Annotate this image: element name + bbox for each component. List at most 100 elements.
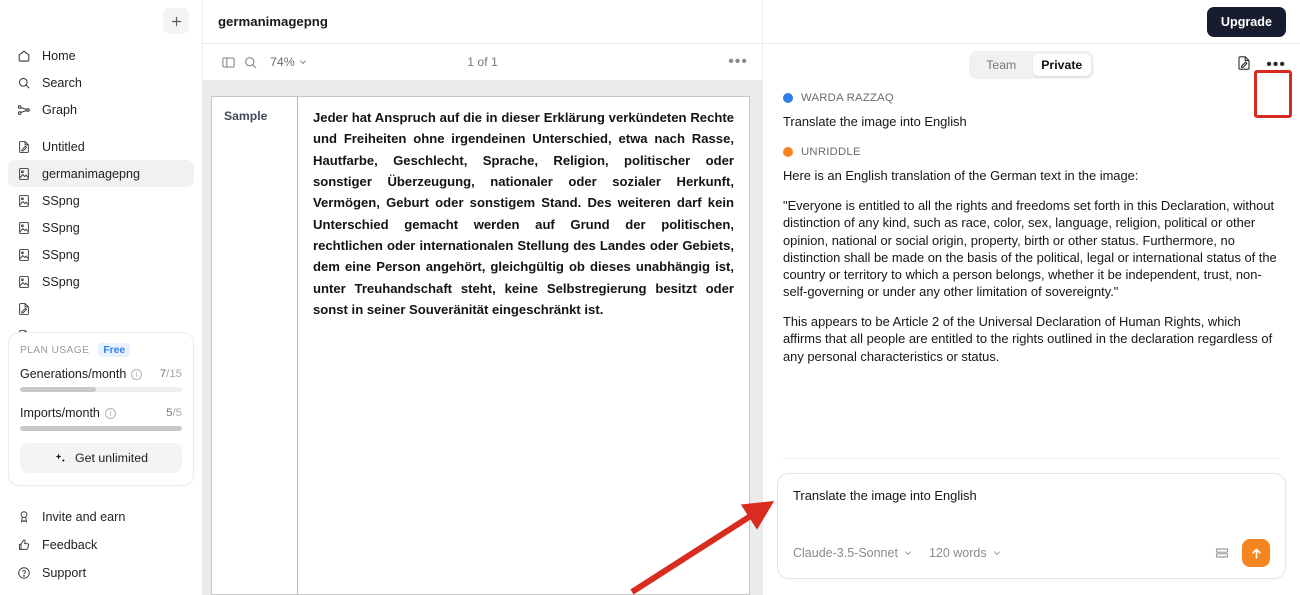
meter-label-generations: Generations/month i xyxy=(20,367,143,381)
document-page-right-column: Jeder hat Anspruch auf die in dieser Erk… xyxy=(298,97,749,594)
model-selector-label: Claude-3.5-Sonnet xyxy=(793,546,898,560)
plan-usage-header: PLAN USAGE Free xyxy=(20,343,182,357)
composer-input[interactable]: Translate the image into English xyxy=(793,488,1270,539)
sidebar: Home Search Graph Untitled germanimagepn… xyxy=(0,0,203,595)
doc-image-icon xyxy=(16,166,31,181)
graph-icon xyxy=(16,102,31,117)
zoom-level-label: 74% xyxy=(270,55,295,69)
composer-actions xyxy=(1214,539,1270,567)
meter-count-den: /15 xyxy=(166,368,182,380)
document-stage: Sample Jeder hat Anspruch auf die in die… xyxy=(203,81,762,595)
document-sample-label: Sample xyxy=(224,109,268,123)
chat-message-user: WARDA RAZZAQ Translate the image into En… xyxy=(783,92,1280,130)
sidebar-divider-gap xyxy=(0,123,202,133)
sidebar-doc-sspng-3[interactable]: SSpng xyxy=(8,241,194,268)
chat-message-header: UNRIDDLE xyxy=(783,146,1280,158)
sidebar-top-bar xyxy=(0,0,202,42)
sidebar-item-label: Untitled xyxy=(42,139,85,154)
sidebar-doc-partial-1[interactable] xyxy=(8,295,194,322)
gift-icon xyxy=(16,509,31,524)
chat-message-body: Translate the image into English xyxy=(783,113,1280,130)
new-document-button[interactable] xyxy=(163,8,189,34)
sidebar-item-home[interactable]: Home xyxy=(8,42,194,69)
sidebar-nav-top: Home Search Graph xyxy=(0,42,202,123)
plan-badge: Free xyxy=(98,343,131,357)
question-circle-icon xyxy=(16,565,31,580)
get-unlimited-label: Get unlimited xyxy=(74,451,148,465)
sidebar-doc-sspng-2[interactable]: SSpng xyxy=(8,214,194,241)
card-stack-icon[interactable] xyxy=(1214,545,1230,561)
meter-label-text: Imports/month xyxy=(20,406,100,420)
chat-message-author: WARDA RAZZAQ xyxy=(801,92,894,104)
meter-count-den: /5 xyxy=(172,407,183,419)
document-search-icon[interactable] xyxy=(239,51,261,73)
document-body-text: Jeder hat Anspruch auf die in dieser Erk… xyxy=(313,110,734,317)
info-icon[interactable]: i xyxy=(104,407,116,419)
avatar-dot xyxy=(783,147,793,158)
sidebar-item-support[interactable]: Support xyxy=(8,559,194,586)
sidebar-item-invite-and-earn[interactable]: Invite and earn xyxy=(8,503,194,530)
sidebar-footer: Invite and earn Feedback Support xyxy=(8,503,194,587)
chat-panel: Upgrade Team Private ••• WARDA RAZZAQ Tr… xyxy=(763,0,1300,595)
zoom-control[interactable]: 74% xyxy=(270,55,308,69)
sidebar-doc-germanimagepng[interactable]: germanimagepng xyxy=(8,160,194,187)
doc-image-icon xyxy=(16,247,31,262)
composer-footer: Claude-3.5-Sonnet 120 words xyxy=(793,539,1270,567)
send-button[interactable] xyxy=(1242,539,1270,567)
sidebar-item-label: SSpng xyxy=(42,247,80,262)
sidebar-item-search[interactable]: Search xyxy=(8,69,194,96)
chat-sub-bar: Team Private ••• xyxy=(763,44,1300,86)
meter-count-imports: 5/5 xyxy=(166,407,182,419)
sidebar-item-label: Home xyxy=(42,48,76,63)
tab-team[interactable]: Team xyxy=(972,54,1031,76)
chat-message-assistant: UNRIDDLE Here is an English translation … xyxy=(783,146,1280,365)
composer[interactable]: Translate the image into English Claude-… xyxy=(777,473,1286,579)
sparkle-icon xyxy=(55,453,65,462)
length-selector[interactable]: 120 words xyxy=(929,546,1002,560)
sidebar-doc-sspng-4[interactable]: SSpng xyxy=(8,268,194,295)
doc-edit-icon[interactable] xyxy=(1236,55,1252,76)
document-more-icon[interactable]: ••• xyxy=(728,54,748,70)
thumbs-up-icon xyxy=(16,537,31,552)
sidebar-item-label: SSpng xyxy=(42,193,80,208)
model-selector[interactable]: Claude-3.5-Sonnet xyxy=(793,546,913,560)
chat-paragraph: Translate the image into English xyxy=(783,114,967,129)
sidebar-item-label: SSpng xyxy=(42,220,80,235)
sidebar-item-label: Search xyxy=(42,75,82,90)
search-icon xyxy=(16,75,31,90)
doc-image-icon xyxy=(16,220,31,235)
meter-label-text: Generations/month xyxy=(20,367,127,381)
meter-row-imports: Imports/month i 5/5 xyxy=(20,406,182,420)
chevron-down-icon xyxy=(993,551,1000,555)
doc-image-icon xyxy=(16,274,31,289)
composer-wrapper: Translate the image into English Claude-… xyxy=(763,459,1300,595)
sidebar-toggle-icon[interactable] xyxy=(217,51,239,73)
sidebar-item-graph[interactable]: Graph xyxy=(8,96,194,123)
document-panel: germanimagepng 74% 1 of 1 ••• Sample Jed… xyxy=(203,0,763,595)
sidebar-item-label: Feedback xyxy=(42,537,98,552)
app-root: Home Search Graph Untitled germanimagepn… xyxy=(0,0,1300,595)
chat-paragraph: "Everyone is entitled to all the rights … xyxy=(783,198,1277,300)
sidebar-doc-untitled[interactable]: Untitled xyxy=(8,133,194,160)
upgrade-button[interactable]: Upgrade xyxy=(1206,6,1286,37)
chat-paragraph: Here is an English translation of the Ge… xyxy=(783,168,1139,184)
sidebar-item-feedback[interactable]: Feedback xyxy=(8,531,194,558)
tab-private[interactable]: Private xyxy=(1032,54,1091,76)
plan-usage-title: PLAN USAGE xyxy=(20,344,90,356)
plan-usage-card: PLAN USAGE Free Generations/month i 7/15… xyxy=(8,332,194,486)
length-selector-label: 120 words xyxy=(928,546,987,560)
info-icon[interactable]: i xyxy=(131,368,143,380)
sidebar-item-label: SSpng xyxy=(42,274,80,289)
doc-image-icon xyxy=(16,193,31,208)
more-horizontal-icon[interactable]: ••• xyxy=(1266,57,1286,73)
sidebar-item-label: Graph xyxy=(42,102,78,117)
home-icon xyxy=(16,48,31,63)
chat-message-author: UNRIDDLE xyxy=(801,146,861,159)
sidebar-item-label: Support xyxy=(42,565,87,580)
meter-label-imports: Imports/month i xyxy=(20,406,116,420)
avatar-dot xyxy=(783,93,793,103)
sidebar-doc-sspng-1[interactable]: SSpng xyxy=(8,187,194,214)
doc-edit-icon xyxy=(16,301,31,316)
get-unlimited-button[interactable]: Get unlimited xyxy=(20,443,182,473)
meter-count-generations: 7/15 xyxy=(160,368,182,380)
